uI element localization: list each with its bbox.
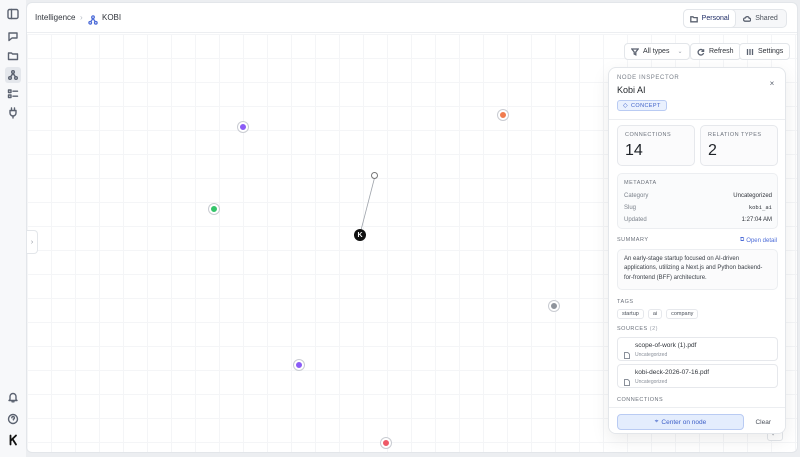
sources-heading: SOURCES (2) — [617, 326, 658, 332]
sliders-icon — [746, 48, 754, 55]
metadata-box: METADATA Category Uncategorized Slug kob… — [617, 173, 778, 229]
graph-node[interactable] — [498, 110, 508, 120]
personal-scope-label: Personal — [701, 15, 730, 22]
graph-node[interactable] — [381, 438, 391, 448]
open-detail-label: Open detail — [746, 237, 777, 244]
type-filter-dropdown[interactable]: All types ⌄ — [624, 43, 690, 60]
folder-icon — [689, 15, 698, 22]
refresh-icon — [697, 48, 705, 56]
stat-label: RELATION TYPES — [708, 132, 762, 138]
inspector-eyebrow: NODE INSPECTOR — [617, 75, 680, 81]
personal-scope-button[interactable]: Personal — [684, 10, 735, 27]
metadata-row: Slug kobi_ai — [624, 205, 772, 211]
connections-stat-card: CONNECTIONS 14 — [617, 125, 695, 166]
filter-icon — [631, 47, 639, 56]
sources-count: (2) — [649, 326, 658, 332]
app-rail — [0, 0, 26, 457]
tag-chip[interactable]: ai — [647, 309, 663, 319]
shared-scope-button[interactable]: Shared — [735, 10, 786, 27]
open-external-icon: ⧉ — [740, 237, 745, 243]
graph-node[interactable] — [549, 301, 559, 311]
top-bar: Intelligence › KOBI Personal Shared — [27, 3, 797, 33]
breadcrumb-current: KOBI — [102, 13, 122, 22]
graph-node[interactable] — [371, 172, 378, 179]
source-item[interactable]: scope-of-work (1).pdf Uncategorized — [617, 337, 778, 361]
tag-list: startup ai company — [617, 309, 699, 319]
divider — [609, 119, 785, 120]
stat-label: CONNECTIONS — [625, 132, 672, 138]
checklist-icon[interactable] — [6, 87, 20, 101]
refresh-button[interactable]: Refresh — [690, 43, 741, 60]
cloud-icon — [743, 15, 752, 22]
metadata-key: Category — [624, 193, 649, 199]
source-name: scope-of-work (1).pdf — [635, 342, 697, 349]
metadata-value: Uncategorized — [733, 193, 772, 199]
chat-icon[interactable] — [6, 30, 20, 44]
scope-toggle: Personal Shared — [683, 9, 787, 28]
tag-icon: ◇ — [623, 103, 629, 109]
graph-node[interactable] — [294, 360, 304, 370]
target-icon: ⌖ — [654, 418, 659, 425]
metadata-row: Updated 1:27:04 AM — [624, 217, 772, 223]
metadata-value: 1:27:04 AM — [741, 217, 772, 223]
bell-icon[interactable] — [6, 390, 20, 404]
clear-button[interactable]: Clear — [749, 414, 777, 430]
tags-heading: TAGS — [617, 299, 634, 305]
summary-heading: SUMMARY — [617, 237, 649, 243]
metadata-heading: METADATA — [624, 180, 657, 186]
settings-label: Settings — [758, 48, 784, 55]
node-type-label: CONCEPT — [631, 102, 661, 109]
settings-button[interactable]: Settings — [739, 43, 791, 60]
metadata-row: Category Uncategorized — [624, 193, 772, 199]
graph-node[interactable] — [209, 204, 219, 214]
kobi-logo-icon[interactable] — [6, 433, 20, 447]
graph-icon — [88, 12, 98, 25]
metadata-key: Slug — [624, 205, 637, 211]
help-icon[interactable] — [6, 412, 20, 426]
type-filter-label: All types — [643, 48, 670, 55]
close-icon[interactable]: × — [766, 77, 778, 89]
refresh-label: Refresh — [709, 48, 734, 55]
inspector-title: Kobi AI — [617, 85, 646, 95]
graph-node[interactable] — [238, 122, 248, 132]
file-icon — [624, 346, 630, 359]
expand-panel-button[interactable]: › — [27, 230, 38, 254]
inspector-footer: ⌖ Center on node Clear — [609, 407, 785, 433]
shared-scope-label: Shared — [755, 15, 778, 22]
stat-value: 14 — [625, 142, 643, 159]
sidebar-toggle-icon[interactable] — [6, 7, 20, 21]
tag-chip[interactable]: company — [666, 309, 699, 319]
node-type-badge: ◇ CONCEPT — [617, 100, 667, 111]
chevron-down-icon: ⌄ — [677, 49, 683, 55]
source-category: Uncategorized — [635, 352, 668, 358]
relation-types-stat-card: RELATION TYPES 2 — [700, 125, 778, 166]
metadata-value: kobi_ai — [748, 205, 772, 211]
summary-text: An early-stage startup focused on AI-dri… — [617, 249, 778, 290]
center-on-node-button[interactable]: ⌖ Center on node — [617, 414, 744, 430]
sources-heading-label: SOURCES — [617, 326, 648, 332]
file-icon — [624, 373, 630, 386]
center-on-node-label: Center on node — [661, 418, 707, 426]
breadcrumb-root[interactable]: Intelligence — [35, 13, 75, 22]
breadcrumb-separator: › — [80, 13, 83, 22]
folder-icon[interactable] — [6, 49, 20, 63]
plug-icon[interactable] — [6, 106, 20, 120]
graph-icon[interactable] — [5, 67, 21, 83]
source-name: kobi-deck-2026-07-16.pdf — [635, 369, 710, 376]
connections-heading: CONNECTIONS — [617, 397, 664, 403]
open-detail-link[interactable]: ⧉ Open detail — [740, 237, 777, 244]
tag-chip[interactable]: startup — [617, 309, 644, 319]
kobi-ai-node[interactable]: K — [354, 229, 366, 241]
node-inspector-panel: NODE INSPECTOR Kobi AI × ◇ CONCEPT CONNE… — [608, 67, 786, 434]
stat-value: 2 — [708, 142, 717, 159]
source-item[interactable]: kobi-deck-2026-07-16.pdf Uncategorized — [617, 364, 778, 388]
metadata-key: Updated — [624, 217, 647, 223]
source-category: Uncategorized — [635, 379, 668, 385]
